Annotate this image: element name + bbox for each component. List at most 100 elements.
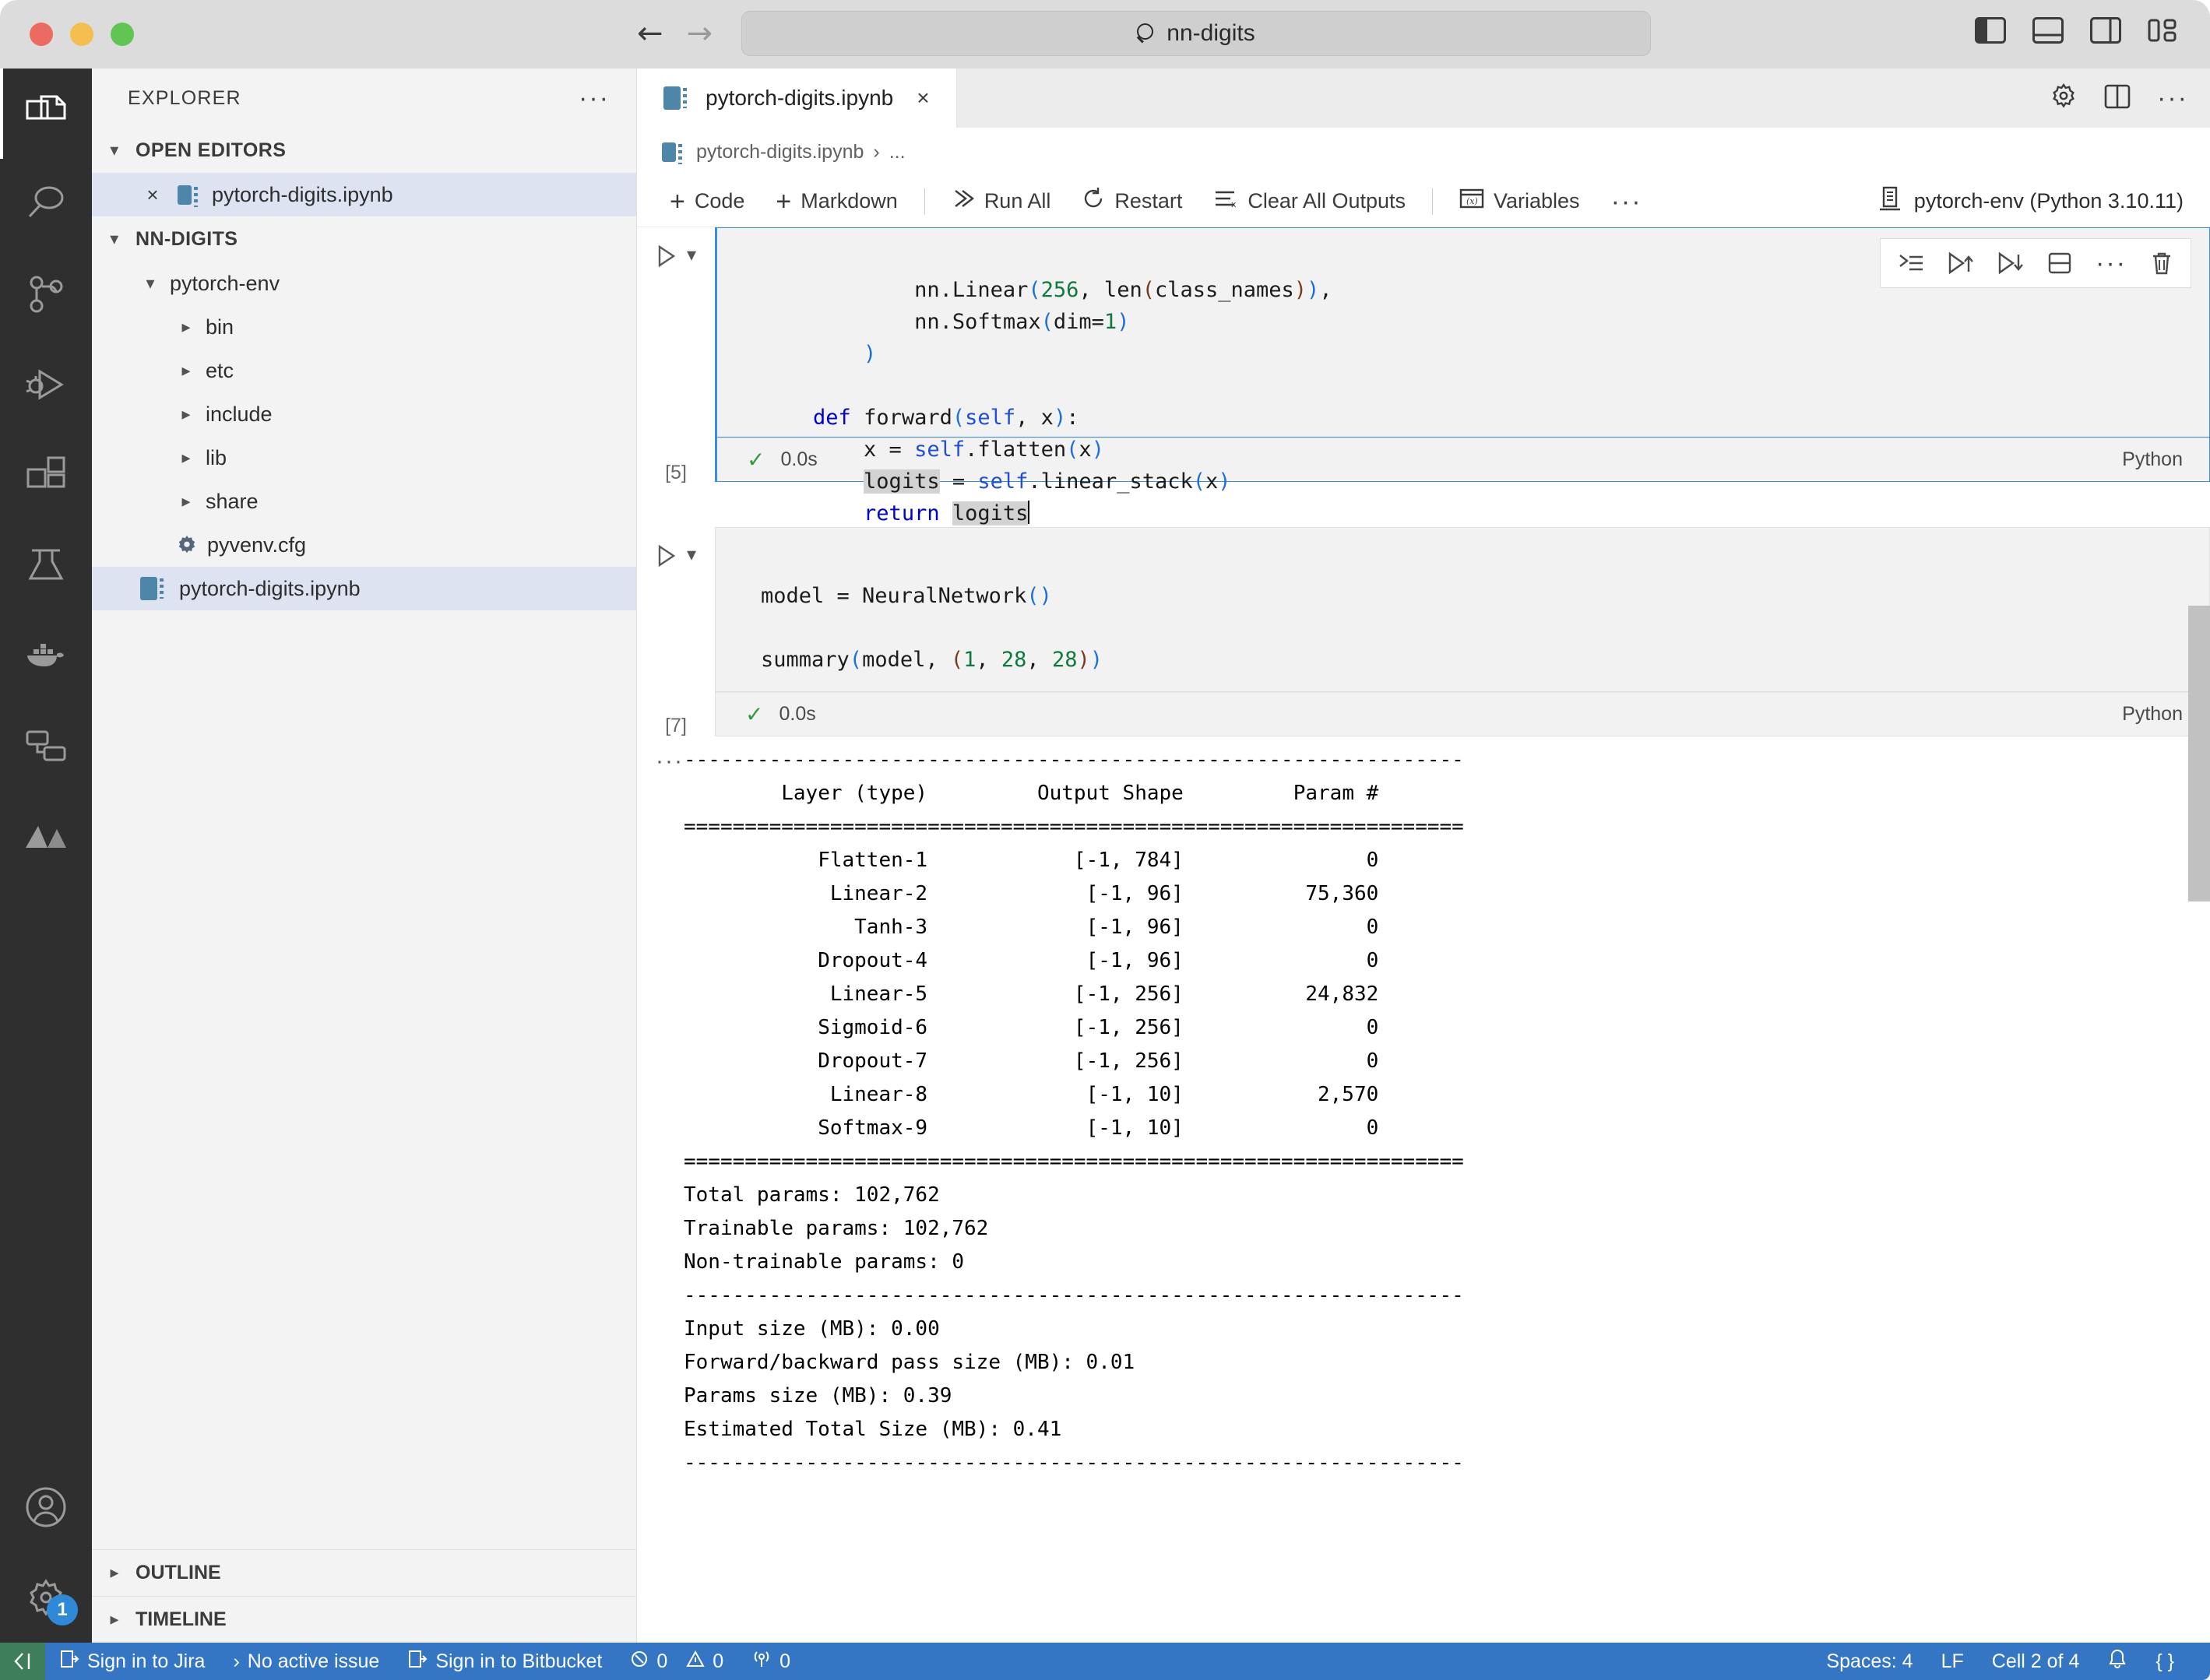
arrow-right-icon[interactable]: → xyxy=(687,16,713,51)
explorer-more-actions[interactable]: ··· xyxy=(579,85,610,111)
kernel-icon xyxy=(1878,185,1902,217)
panel-timeline[interactable]: ▸ TIMELINE xyxy=(92,1596,637,1643)
status-item-active-issue[interactable]: › No active issue xyxy=(219,1643,393,1680)
chevron-down-icon[interactable]: ▾ xyxy=(687,544,696,564)
activity-item-remote-explorer[interactable] xyxy=(0,701,92,791)
more-icon[interactable]: ··· xyxy=(2096,250,2127,276)
tree-item-share[interactable]: ▸ share xyxy=(92,480,636,523)
variables-button[interactable]: (x) Variables xyxy=(1444,179,1596,224)
split-editor-icon[interactable] xyxy=(2104,83,2131,114)
notebook-icon xyxy=(178,185,198,207)
activity-item-accounts[interactable] xyxy=(0,1462,92,1552)
chevron-right-icon: ▸ xyxy=(110,1610,119,1629)
cell-language[interactable]: Python xyxy=(2122,448,2209,471)
warning-icon xyxy=(686,1650,705,1674)
toolbar-more-button[interactable]: ··· xyxy=(1596,179,1658,224)
cell-output-area: ··· ------------------------------------… xyxy=(637,743,2210,1480)
toggle-panel-icon[interactable] xyxy=(2032,17,2064,47)
editor-scrollbar[interactable] xyxy=(2188,606,2210,902)
open-editor-item[interactable]: × pytorch-digits.ipynb xyxy=(92,173,636,216)
remote-window-indicator[interactable] xyxy=(0,1643,45,1680)
customize-layout-icon[interactable] xyxy=(2148,17,2179,47)
activity-item-azure[interactable] xyxy=(0,791,92,881)
variables-label: Variables xyxy=(1494,189,1580,213)
activity-item-explorer[interactable] xyxy=(0,69,92,159)
toolbar-divider xyxy=(1432,188,1433,215)
section-workspace[interactable]: ▾ NN-DIGITS xyxy=(92,216,636,262)
kernel-picker[interactable]: pytorch-env (Python 3.10.11) xyxy=(1878,185,2210,217)
tree-item-bin[interactable]: ▸ bin xyxy=(92,305,636,349)
maximize-window-button[interactable] xyxy=(111,23,134,46)
activity-item-search[interactable] xyxy=(0,159,92,249)
status-item-eol[interactable]: LF xyxy=(1927,1643,1978,1680)
extensions-icon xyxy=(26,455,66,494)
run-by-line-icon[interactable] xyxy=(1898,252,1924,274)
tree-item-etc[interactable]: ▸ etc xyxy=(92,349,636,392)
tree-item-pytorch-env[interactable]: ▾ pytorch-env xyxy=(92,262,636,305)
clear-all-outputs-button[interactable]: x Clear All Outputs xyxy=(1198,179,1421,224)
add-markdown-label: Markdown xyxy=(801,189,898,213)
activity-item-testing[interactable] xyxy=(0,520,92,610)
split-cell-icon[interactable] xyxy=(2047,251,2072,275)
status-item-json-mode[interactable]: { } xyxy=(2141,1643,2210,1680)
status-item-ports[interactable]: 0 xyxy=(737,1643,804,1680)
close-icon[interactable]: × xyxy=(917,86,929,111)
activity-item-source-control[interactable] xyxy=(0,249,92,339)
indentation-label: Spaces: 4 xyxy=(1826,1650,1913,1672)
execute-cell-and-below-icon[interactable] xyxy=(1997,251,2024,275)
input-size: Input size (MB): 0.00 xyxy=(684,1317,940,1341)
tab-pytorch-digits[interactable]: pytorch-digits.ipynb × xyxy=(637,69,957,128)
run-all-button[interactable]: Run All xyxy=(936,179,1067,224)
chevron-down-icon[interactable]: ▾ xyxy=(687,244,696,265)
toggle-secondary-sidebar-icon[interactable] xyxy=(2090,17,2121,47)
tree-item-pyvenv-cfg[interactable]: pyvenv.cfg xyxy=(92,523,636,567)
command-center-search[interactable]: nn-digits xyxy=(741,11,1651,56)
add-markdown-cell-button[interactable]: + Markdown xyxy=(760,179,913,224)
chevron-right-icon: ▸ xyxy=(181,491,191,511)
minimize-window-button[interactable] xyxy=(70,23,93,46)
run-cell-icon[interactable] xyxy=(656,544,677,568)
tree-item-lib[interactable]: ▸ lib xyxy=(92,436,636,480)
table-row: Dropout-7 [-1, 256] 0 xyxy=(818,1049,1379,1073)
error-icon xyxy=(630,1650,649,1674)
run-cell-icon[interactable] xyxy=(656,244,677,268)
section-open-editors[interactable]: ▾ OPEN EDITORS xyxy=(92,128,636,173)
kernel-label: pytorch-env (Python 3.10.11) xyxy=(1913,189,2184,213)
tree-item-include[interactable]: ▸ include xyxy=(92,392,636,436)
arrow-left-icon[interactable]: ← xyxy=(637,16,663,51)
activity-item-run-and-debug[interactable] xyxy=(0,339,92,430)
table-row: Dropout-4 [-1, 96] 0 xyxy=(818,949,1379,972)
open-editors-label: OPEN EDITORS xyxy=(135,139,287,161)
status-item-notifications[interactable] xyxy=(2093,1643,2141,1680)
status-bar-right: Spaces: 4 LF Cell 2 of 4 { } xyxy=(1812,1643,2210,1680)
status-item-problems[interactable]: 0 0 xyxy=(616,1643,737,1680)
layout-controls xyxy=(1975,17,2179,47)
table-row: Tanh-3 [-1, 96] 0 xyxy=(854,916,1379,939)
status-item-cell-position[interactable]: Cell 2 of 4 xyxy=(1978,1643,2094,1680)
gear-icon[interactable] xyxy=(2050,83,2078,114)
breadcrumb-file[interactable]: pytorch-digits.ipynb xyxy=(696,141,864,163)
editor-tabs: pytorch-digits.ipynb × ··· xyxy=(637,69,2210,128)
panel-outline[interactable]: ▸ OUTLINE xyxy=(92,1549,637,1596)
activity-item-extensions[interactable] xyxy=(0,430,92,520)
activity-item-docker[interactable] xyxy=(0,610,92,701)
status-item-indentation[interactable]: Spaces: 4 xyxy=(1812,1643,1927,1680)
output-more-icon[interactable]: ··· xyxy=(656,748,684,775)
restart-kernel-button[interactable]: Restart xyxy=(1066,179,1198,224)
notebook-cell-2: ▾ [7] model = NeuralNetwork() summary(mo… xyxy=(637,527,2210,737)
restart-icon xyxy=(1082,187,1105,216)
execute-above-cells-icon[interactable] xyxy=(1948,251,1974,275)
breadcrumb-rest[interactable]: ... xyxy=(889,141,906,163)
status-item-jira[interactable]: Sign in to Jira xyxy=(45,1643,219,1680)
activity-item-manage[interactable]: 1 xyxy=(0,1552,92,1643)
add-code-cell-button[interactable]: + Code xyxy=(654,179,760,224)
close-window-button[interactable] xyxy=(30,23,53,46)
ellipsis-icon[interactable]: ··· xyxy=(2157,85,2188,111)
tree-item-pytorch-digits-notebook[interactable]: pytorch-digits.ipynb xyxy=(92,567,636,610)
toggle-primary-sidebar-icon[interactable] xyxy=(1975,17,2006,47)
cell-editor-2[interactable]: model = NeuralNetwork() summary(model, (… xyxy=(715,527,2210,692)
close-icon[interactable]: × xyxy=(137,183,168,207)
status-item-bitbucket[interactable]: Sign in to Bitbucket xyxy=(393,1643,616,1680)
delete-cell-icon[interactable] xyxy=(2150,251,2173,276)
ellipsis-icon: ··· xyxy=(1610,186,1642,216)
